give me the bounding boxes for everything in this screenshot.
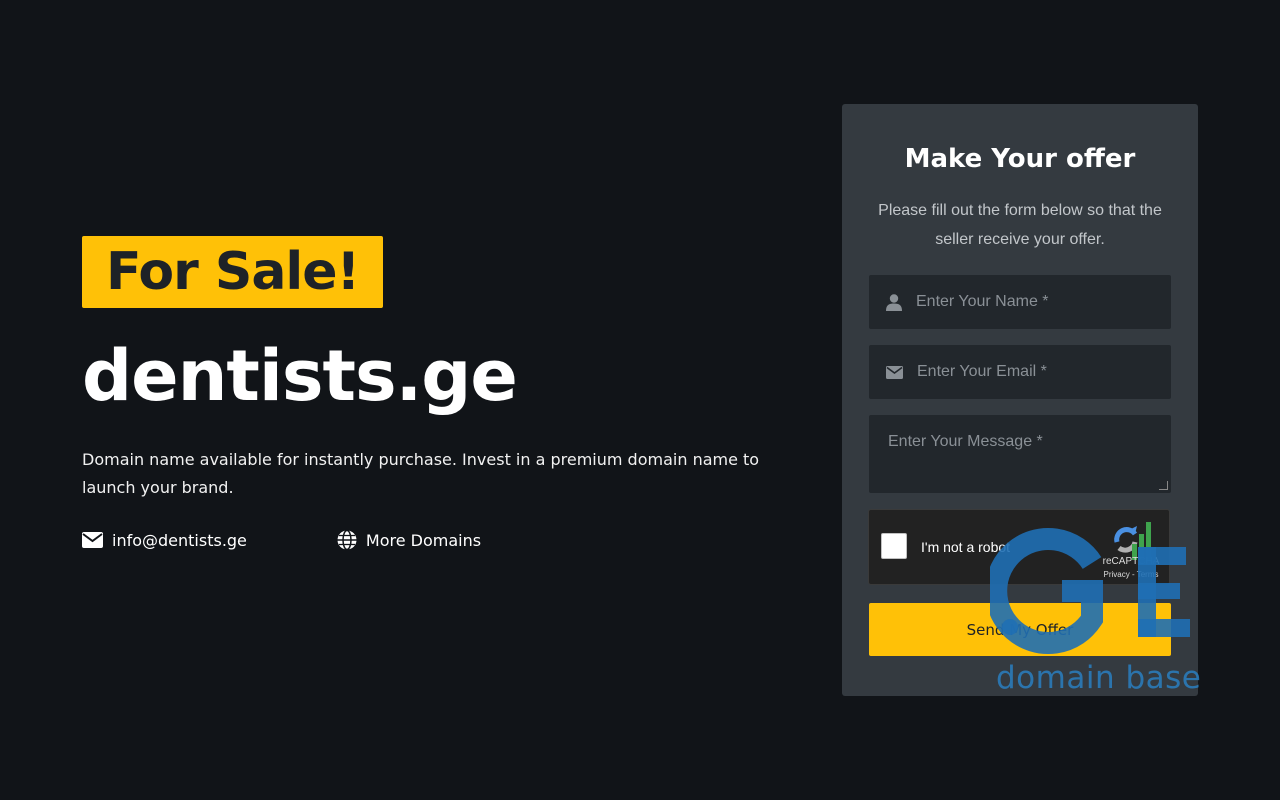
send-offer-button[interactable]: Send My Offer: [869, 603, 1171, 656]
domain-name-heading: dentists.ge: [82, 335, 518, 417]
more-domains-label: More Domains: [365, 530, 482, 550]
recaptcha-widget: I'm not a robot reCAPTCHA Privacy - Term…: [868, 509, 1170, 585]
hero-section: For Sale! dentists.ge Domain name availa…: [82, 236, 782, 550]
message-field: [869, 415, 1171, 493]
recaptcha-checkbox[interactable]: [881, 533, 907, 559]
email-link-label: info@dentists.ge: [112, 530, 247, 550]
name-input[interactable]: [914, 292, 1171, 312]
resize-handle-icon[interactable]: [1159, 481, 1168, 490]
email-field: [869, 345, 1171, 399]
user-icon: [886, 293, 902, 311]
email-input[interactable]: [915, 362, 1171, 382]
email-link[interactable]: info@dentists.ge: [82, 531, 247, 550]
envelope-icon: [886, 365, 903, 379]
recaptcha-logo-icon: [1114, 522, 1151, 560]
recaptcha-label: I'm not a robot: [921, 539, 1011, 555]
recaptcha-brand: reCAPTCHA: [1102, 556, 1160, 567]
recaptcha-terms-link[interactable]: Privacy - Terms: [1095, 570, 1167, 579]
message-input[interactable]: [886, 431, 1154, 491]
offer-form-title: Make Your offer: [904, 144, 1136, 174]
domain-description: Domain name available for instantly purc…: [82, 450, 760, 497]
globe-icon: [337, 530, 357, 550]
offer-form-card: Make Your offer Please fill out the form…: [842, 104, 1198, 696]
for-sale-badge: For Sale!: [82, 236, 384, 308]
domain-base-watermark-text: domain base: [996, 660, 1202, 696]
name-field: [869, 275, 1171, 329]
more-domains-link[interactable]: More Domains: [337, 530, 481, 550]
envelope-icon: [82, 532, 103, 548]
offer-form-subtitle: Please fill out the form below so that t…: [878, 202, 1162, 248]
contact-links: info@dentists.ge More Domains: [82, 530, 782, 550]
